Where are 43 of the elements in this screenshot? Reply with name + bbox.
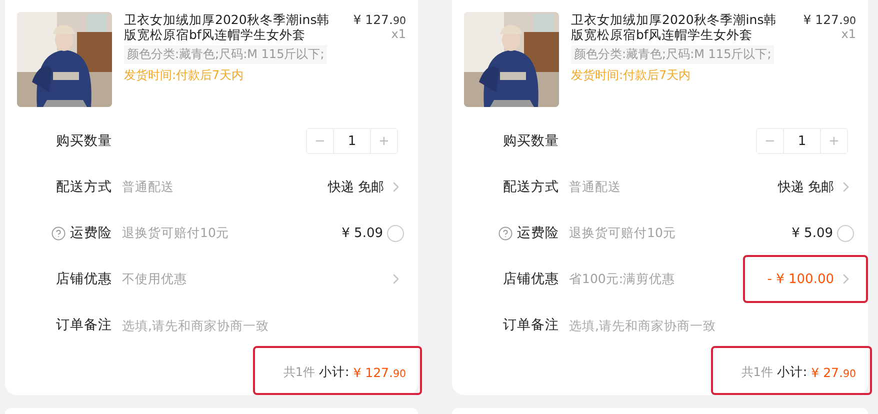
help-icon[interactable] [498, 226, 513, 240]
product-quantity: x1 [841, 27, 856, 41]
row-label: 配送方式 [503, 178, 559, 196]
row-label: 运费险 [70, 224, 112, 242]
row-hint: 退换货可赔付10元 [122, 224, 230, 242]
row-value: 快递 免邮 [328, 179, 384, 196]
row-label: 订单备注 [56, 316, 112, 334]
row-label: 购买数量 [503, 132, 559, 150]
row-hint: 普通配送 [122, 178, 175, 196]
row-hint: 退换货可赔付10元 [569, 224, 677, 242]
item-count: 共1件 [741, 364, 773, 380]
item-count: 共1件 [283, 364, 315, 380]
sku-text: 颜色分类:藏青色;尺码:M 115斤以下; [571, 45, 774, 64]
row-hint: 不使用优惠 [122, 270, 188, 288]
row-label: 运费险 [517, 224, 559, 242]
product-price: ¥ 127.90 [353, 12, 406, 27]
row-hint: 普通配送 [569, 178, 622, 196]
row-label: 订单备注 [503, 316, 559, 334]
product-price: ¥ 127.90 [803, 12, 856, 27]
row-hint: 省100元:满剪优惠 [569, 270, 676, 288]
subtotal-price: ¥ 27.90 [811, 364, 856, 380]
row-label: 店铺优惠 [56, 270, 112, 288]
row-value: ¥ 5.09 [342, 226, 383, 240]
subtotal-label: 小计: [776, 364, 808, 380]
note-field[interactable]: 选填,请先和商家协商一致 [122, 318, 404, 332]
product-title: 卫衣女加绒加厚2020秋冬季潮ins韩版宽松原宿bf风连帽学生女外套 [124, 12, 331, 42]
help-icon[interactable] [51, 226, 66, 240]
product-quantity: x1 [391, 27, 406, 41]
row-value: - ¥ 100.00 [767, 272, 834, 286]
shipping-time: 发货时间:付款后7天内 [124, 67, 245, 84]
radio-button[interactable] [837, 224, 854, 242]
shipping-time: 发货时间:付款后7天内 [571, 67, 692, 84]
row-value: ¥ 5.09 [792, 226, 833, 240]
sku-text: 颜色分类:藏青色;尺码:M 115斤以下; [124, 45, 328, 64]
row-value: 快递 免邮 [778, 179, 834, 196]
note-field[interactable]: 选填,请先和商家协商一致 [569, 318, 854, 332]
product-title: 卫衣女加绒加厚2020秋冬季潮ins韩版宽松原宿bf风连帽学生女外套 [571, 12, 778, 42]
row-label: 购买数量 [56, 132, 112, 150]
radio-button[interactable] [387, 224, 404, 242]
subtotal-price: ¥ 127.90 [353, 364, 406, 380]
row-label: 配送方式 [56, 178, 112, 196]
subtotal-label: 小计: [318, 364, 350, 380]
row-label: 店铺优惠 [503, 270, 559, 288]
